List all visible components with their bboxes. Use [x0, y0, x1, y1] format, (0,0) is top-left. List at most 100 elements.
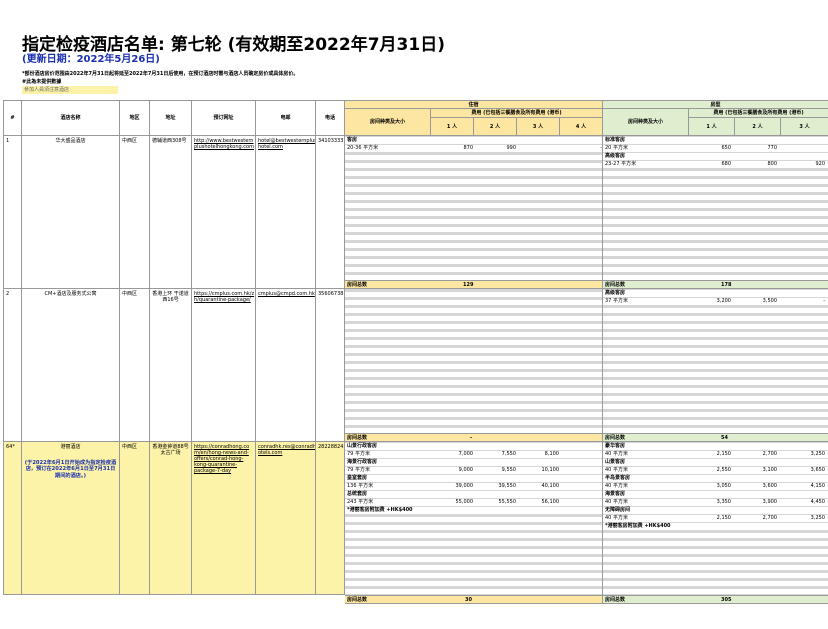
row-1-address: 德辅道西308号: [149, 136, 191, 289]
row-1-right-total-label: 房间总数: [605, 282, 626, 288]
header-p3-2: 3 人: [780, 118, 828, 136]
room-type-label: 无障碍房间: [605, 507, 631, 513]
row-1-left-rooms-area: 客房 20-36 平方米870990-: [345, 136, 602, 280]
row-3-no: 64*: [3, 442, 21, 595]
header-phone: 电话: [315, 100, 345, 136]
row-3-email-link[interactable]: conradhk.res@conradh otels.com: [255, 442, 315, 595]
room-price-1p: 39,000: [455, 483, 474, 489]
row-1-website-link[interactable]: http://www.bestwestern plushotelhongkong…: [191, 136, 255, 289]
room-price-1p: 7,000: [458, 451, 473, 457]
room-line: 山景客房: [603, 459, 828, 466]
row-3-right-rooms-area: 豪华客房 40 平方米 2,150 2,700 3,250 山景客房 40 平方米 2,550…: [602, 442, 828, 595]
room-line: 40 平方米 2,550 3,100 3,650: [603, 467, 828, 474]
room-price-2p: 990: [506, 145, 516, 151]
room-price-2p: 3,100: [762, 467, 777, 473]
room-line: 半岛景客房: [603, 475, 828, 482]
header-address: 地址: [149, 100, 191, 136]
room-type-label: 山景行政客房: [347, 443, 378, 449]
document-page: 指定检疫酒店名单: 第七轮 (有效期至2022年7月31日) (更新日期：202…: [0, 0, 828, 629]
row-3-address: 香港金钟道88号 太古广场: [149, 442, 191, 595]
row-2-right-total: 54: [721, 435, 728, 441]
room-line: 皇室套房: [345, 475, 602, 482]
room-line: 23-27 平方米 680 800 920: [603, 161, 828, 168]
row-3-left-total-bar: 房间总数 30: [345, 595, 602, 604]
row-3-right-total-label: 房间总数: [605, 597, 626, 603]
header-p1-1: 1 人: [430, 118, 473, 136]
row-2-phone: 35606738: [315, 289, 345, 442]
row-2-district: 中西区: [119, 289, 149, 442]
room-type-label: 高级客房: [605, 290, 626, 296]
row-3-left-rooms-area: 山景行政客房 79 平方米 7,000 7,550 8,100 海景行政客房 79 平方米 9…: [345, 442, 602, 595]
room-line: 37 平方米 3,200 3,500 -: [603, 298, 828, 305]
row-2-hotel: CM+酒店及服务式公寓: [21, 289, 119, 442]
row-1-left-total-label: 房间总数: [347, 282, 368, 288]
room-price-1p: 2,150: [716, 515, 731, 521]
room-type-label: 136 平方米: [347, 483, 374, 489]
row-3-hotel-note: (于2022年6月1日开始成为指定检疫酒店，预订在2022年6月1日至7月31日…: [24, 460, 117, 479]
row-3-website-link[interactable]: https://conradhong.co m/en/hong-news-and…: [191, 442, 255, 595]
row-1-left-total-bar: 房间总数 129: [345, 280, 602, 289]
row-2-left-total-label: 房间总数: [347, 435, 368, 441]
header-roomtype-1: 房间种类及大小: [345, 109, 430, 136]
row-2-address: 香港上环 干诺道西16号: [149, 289, 191, 442]
room-price-2p: 7,550: [501, 451, 516, 457]
room-price-2p: 3,600: [762, 483, 777, 489]
room-line: 客房: [345, 137, 602, 144]
room-price-3p: 3,250: [810, 451, 825, 457]
row-3-left-total-label: 房间总数: [347, 597, 368, 603]
room-type-label: 皇室套房: [347, 475, 368, 481]
room-type-label: 20-36 平方米: [347, 145, 379, 151]
room-type-label: 客房: [347, 137, 358, 143]
room-price-3p: 3,650: [810, 467, 825, 473]
room-type-label: 79 平方米: [347, 451, 370, 457]
row-3-hotel-cell: 港丽酒店 (于2022年6月1日开始成为指定检疫酒店，预订在2022年6月1日至…: [21, 442, 119, 595]
room-type-label: 山景客房: [605, 459, 626, 465]
note-line-2: #此為未提供數據: [22, 79, 62, 85]
room-price-1p: 3,350: [716, 499, 731, 505]
header-p2-1: 2 人: [473, 118, 516, 136]
room-price-1p: 3,050: [716, 483, 731, 489]
room-price-3p: 10,100: [541, 467, 560, 473]
row-1-phone: 34103333: [315, 136, 345, 289]
room-line: 总统套房: [345, 491, 602, 498]
room-type-label: 半岛景客房: [605, 475, 631, 481]
row-1-right-total-bar: 房间总数 178: [602, 280, 828, 289]
room-price-3p: 40,100: [541, 483, 560, 489]
room-type-label: 40 平方米: [605, 451, 628, 457]
row-3-right-total: 305: [721, 597, 732, 603]
room-price-3p: 3,250: [810, 515, 825, 521]
row-2-right-total-label: 房间总数: [605, 435, 626, 441]
room-price-2p: 39,550: [498, 483, 517, 489]
row-1-right-total: 178: [721, 282, 732, 288]
room-price-3p: 8,100: [544, 451, 559, 457]
room-price-1p: 2,550: [716, 467, 731, 473]
row-1-hotel: 华大盛品酒店: [21, 136, 119, 289]
row-1-email-link[interactable]: hotel@bestwesternplus hotel.com: [255, 136, 315, 289]
header-website: 预订网址: [191, 100, 255, 136]
room-price-3p: 56,100: [541, 499, 560, 505]
note-line-1: *部份酒店房价范围由2022年7月31日起将延至2022年7月31日后使用，在预…: [22, 71, 299, 77]
room-line: *港丽客房附加费 +HK$400: [603, 523, 828, 530]
room-price-2p: 55,550: [498, 499, 517, 505]
room-line: 40 平方米 2,150 2,700 3,250: [603, 515, 828, 522]
header-category-2: 房型: [602, 100, 828, 109]
header-p2-2: 2 人: [734, 118, 780, 136]
room-line: 标准客房: [603, 137, 828, 144]
room-type-label: 79 平方米: [347, 467, 370, 473]
room-line: 高级客房: [603, 290, 828, 297]
room-line: 40 平方米 2,150 2,700 3,250: [603, 451, 828, 458]
room-price-3p: 4,450: [810, 499, 825, 505]
row-3-phone: 28228824: [315, 442, 345, 595]
room-type-label: 243 平方米: [347, 499, 374, 505]
room-line: 20-36 平方米870990-: [345, 145, 602, 152]
row-2-email-link[interactable]: cmplus@cmpd.com.hk: [255, 289, 315, 442]
header-category-1: 住宿: [345, 100, 602, 109]
room-price-1p: 680: [721, 161, 731, 167]
room-price-2p: 770: [767, 145, 777, 151]
header-no: #: [3, 100, 21, 136]
row-2-website-link[interactable]: https://cmplus.com.hk/z h/quarantine-pac…: [191, 289, 255, 442]
room-line: 136 平方米 39,000 39,550 40,100: [345, 483, 602, 490]
row-3-district: 中西区: [119, 442, 149, 595]
header-district: 地区: [119, 100, 149, 136]
room-price-3p: -: [823, 298, 825, 304]
